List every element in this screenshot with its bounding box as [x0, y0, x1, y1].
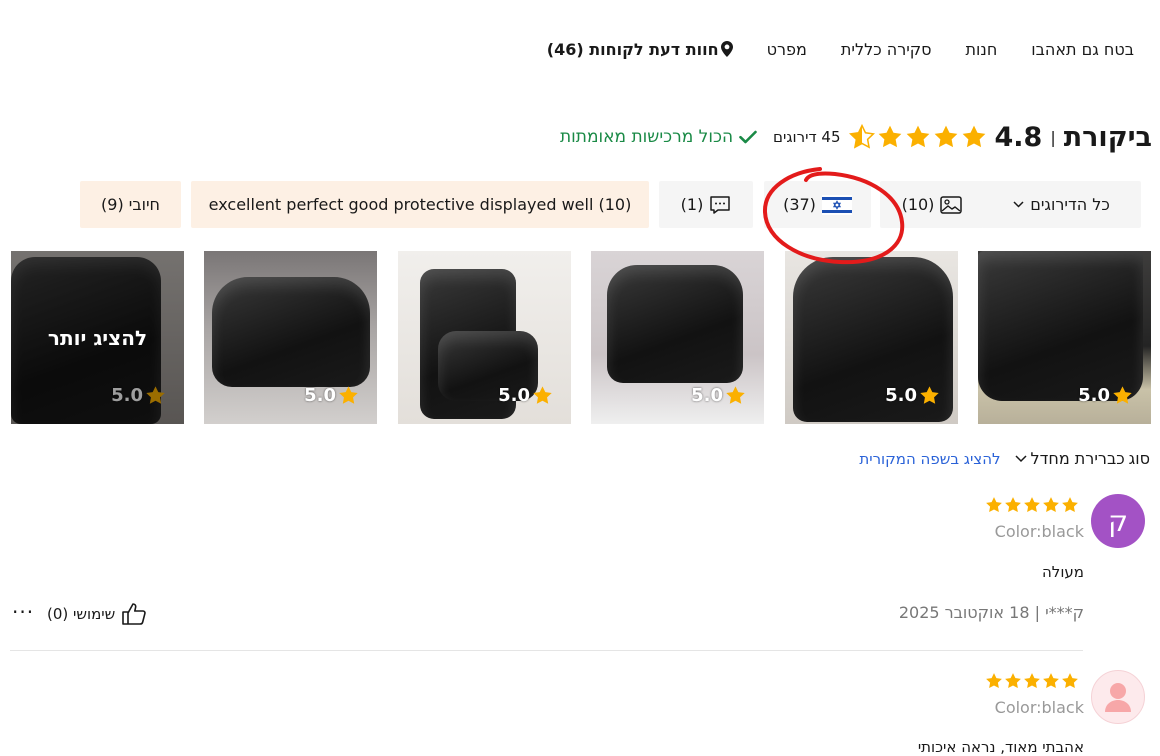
location-pin-icon — [720, 41, 733, 57]
tab-customer-reviews-label: חוות דעת לקוחות (46) — [546, 39, 719, 59]
star-icon — [1024, 497, 1040, 513]
avatar-letter: ק — [1108, 504, 1128, 538]
review-photo-1[interactable]: 5.0 — [978, 251, 1151, 424]
review-text: מעולה — [1042, 563, 1084, 581]
sort-row: סוג כברירת מחדל להציג בשפה המקורית — [859, 449, 1150, 468]
review-stars — [985, 672, 1079, 690]
avatar: ק — [1091, 494, 1145, 548]
star-icon — [339, 386, 358, 404]
review-title: ביקורת — [1063, 121, 1152, 153]
star-full-icon — [878, 125, 901, 148]
tab-overview[interactable]: סקירה כללית — [841, 40, 932, 59]
photo-score-value: 5.0 — [304, 385, 336, 406]
overall-rating: 4.8 — [994, 121, 1043, 153]
filter-positive-label: חיובי (9) — [101, 195, 160, 214]
review-photo-2[interactable]: 5.0 — [785, 251, 958, 424]
bag-image — [212, 277, 370, 387]
chevron-down-icon — [1015, 454, 1027, 462]
review-stars — [985, 496, 1079, 514]
show-more-photos[interactable]: להציג יותר — [11, 251, 184, 424]
review-text: אהבתי מאוד, נראה איכותי — [917, 738, 1084, 756]
star-full-icon — [934, 125, 957, 148]
star-icon — [986, 673, 1002, 689]
filter-israel-count: (37) — [783, 195, 816, 214]
filter-comments[interactable]: (1) — [659, 181, 753, 228]
verified-text: הכול מרכישות מאומתות — [560, 127, 734, 147]
filter-photos-count: (10) — [901, 195, 935, 214]
star-icon — [726, 386, 745, 404]
review-divider — [10, 650, 1083, 651]
more-options-icon[interactable]: ··· — [12, 600, 34, 624]
star-icon — [986, 497, 1002, 513]
tab-specifications[interactable]: מפרט — [767, 40, 807, 59]
photo-score: 5.0 — [304, 385, 359, 406]
photo-score-value: 5.0 — [885, 385, 917, 406]
photo-score-value: 5.0 — [1078, 385, 1110, 406]
comment-icon — [710, 195, 731, 214]
tab-store[interactable]: חנות — [966, 40, 998, 59]
tab-customer-reviews[interactable]: חוות דעת לקוחות (46) — [547, 40, 733, 59]
sort-selected: כברירת מחדל — [1030, 449, 1125, 468]
review-photo-3[interactable]: 5.0 — [591, 251, 764, 424]
review-photo-6[interactable]: 5.0 להציג יותר — [11, 251, 184, 424]
chevron-down-icon — [1013, 201, 1024, 208]
verified-purchases: הכול מרכישות מאומתות — [560, 127, 757, 147]
israel-flag-icon — [821, 194, 852, 215]
star-full-icon — [962, 125, 985, 148]
filter-comments-count: (1) — [680, 195, 704, 214]
thumbs-up-icon — [122, 603, 147, 625]
review-photo-4[interactable]: 5.0 — [398, 251, 571, 424]
top-tabs: חוות דעת לקוחות (46) מפרט סקירה כללית חנ… — [547, 36, 1134, 62]
rating-count: 45 דירוגים — [773, 128, 841, 146]
photo-score-value: 5.0 — [498, 385, 530, 406]
review-photo-5[interactable]: 5.0 — [204, 251, 377, 424]
star-icon — [1113, 386, 1132, 404]
filter-all-ratings-label: כל הדירוגים — [1030, 195, 1110, 214]
checkmark-icon — [739, 130, 757, 144]
helpful-button[interactable]: שימושי (0) — [47, 602, 147, 626]
user-icon — [1105, 683, 1131, 712]
filter-all-ratings[interactable]: כל הדירוגים — [982, 181, 1141, 228]
helpful-label: שימושי (0) — [47, 605, 116, 623]
avatar — [1091, 670, 1145, 724]
bag-image — [607, 265, 743, 383]
header-separator: | — [1050, 127, 1056, 147]
filter-keywords-label: excellent perfect good protective displa… — [208, 195, 632, 214]
star-icon — [1062, 673, 1078, 689]
photo-score: 5.0 — [691, 385, 746, 406]
star-icon — [1005, 673, 1021, 689]
star-icon — [1024, 673, 1040, 689]
review-header: ביקורת | 4.8 45 דירוגים הכול מרכישות מאו… — [560, 118, 1152, 156]
photo-score: 5.0 — [885, 385, 940, 406]
sort-label: סוג — [1128, 449, 1150, 468]
star-icon — [1043, 497, 1059, 513]
bag-image — [978, 251, 1143, 401]
review-sku: Color:black — [994, 522, 1084, 541]
filter-positive[interactable]: חיובי (9) — [80, 181, 181, 228]
review-meta: ק***י | 18 אוקטובר 2025 — [898, 603, 1084, 622]
photo-score: 5.0 — [1078, 385, 1133, 406]
sort-dropdown[interactable]: כברירת מחדל — [1015, 449, 1125, 468]
star-icon — [1043, 673, 1059, 689]
star-full-icon — [906, 125, 929, 148]
star-icon — [533, 386, 552, 404]
review-sku: Color:black — [994, 698, 1084, 717]
star-icon — [1062, 497, 1078, 513]
photo-score: 5.0 — [498, 385, 553, 406]
overall-stars — [848, 124, 987, 150]
star-icon — [920, 386, 939, 404]
star-icon — [1005, 497, 1021, 513]
tab-you-may-also-like[interactable]: בטח גם תאהבו — [1031, 40, 1134, 59]
filter-israel[interactable]: (37) — [764, 181, 871, 228]
photo-score-value: 5.0 — [691, 385, 723, 406]
show-original-language-link[interactable]: להציג בשפה המקורית — [859, 450, 1000, 468]
image-icon — [940, 195, 963, 214]
star-half-icon — [848, 124, 875, 149]
filter-photos[interactable]: (10) — [880, 181, 984, 228]
filter-keywords[interactable]: excellent perfect good protective displa… — [191, 181, 649, 228]
